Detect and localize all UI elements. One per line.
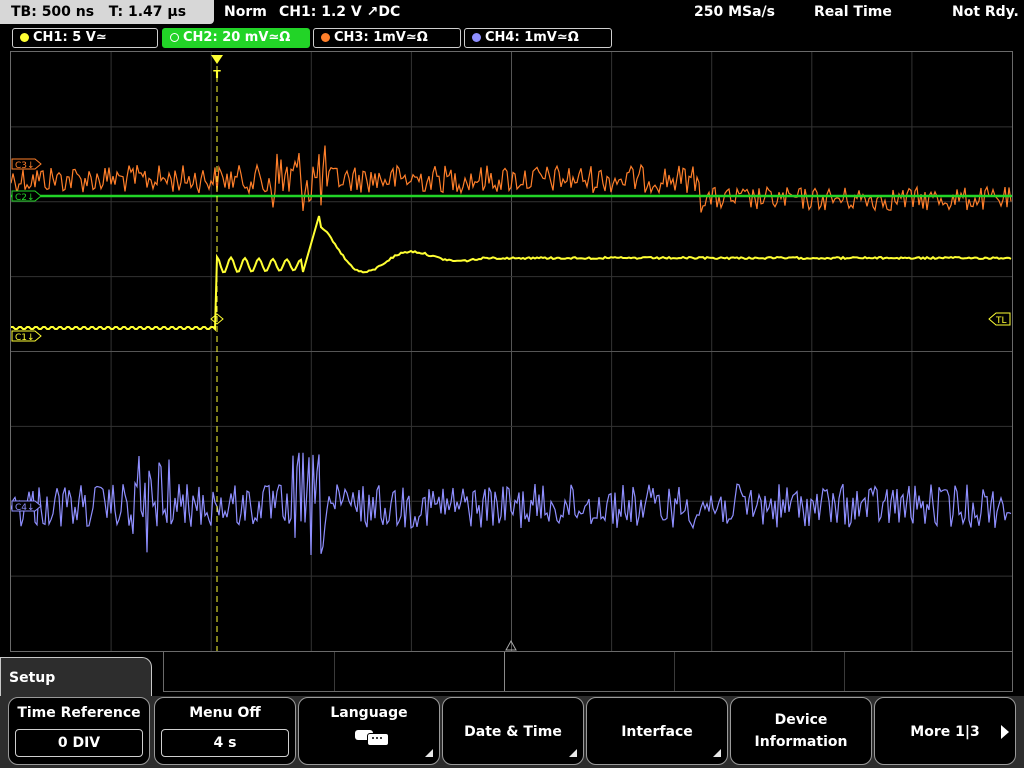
ch1-label: CH1: 5 V≃ [33, 30, 107, 45]
channel-tab-ch1[interactable]: CH1: 5 V≃ [12, 28, 158, 48]
time-reference-button[interactable]: Time Reference 0 DIV [8, 697, 150, 765]
ready-state: Not Rdy. [952, 4, 1019, 20]
more-label: More 1|3 [910, 724, 980, 740]
waveform-graph: T C3↓ C2↓ C1↓ C4↓ TL [11, 52, 1012, 651]
sample-rate: 250 MSa/s [694, 4, 776, 20]
ch1-marker-label: C1↓ [15, 333, 35, 343]
ch3-color-icon [321, 33, 330, 42]
time-reference-label: Time Reference [17, 705, 141, 721]
trigger-mode[interactable]: Norm [224, 0, 267, 24]
time-reference-value: 0 DIV [15, 729, 143, 757]
menu-title-tab: Setup [0, 657, 152, 697]
date-time-label: Date & Time [464, 724, 562, 740]
timebase-readout: TB: 500 ns [11, 4, 95, 20]
trigger-source[interactable]: CH1: 1.2 V ↗DC [279, 0, 400, 24]
ch2-offset-marker[interactable]: C2↓ [11, 190, 42, 203]
submenu-indicator-icon [713, 749, 721, 757]
graticule [11, 52, 1012, 651]
menu-off-button[interactable]: Menu Off 4 s [154, 697, 296, 765]
trigger-level-label: TL [995, 316, 1007, 326]
device-info-line1: Device [774, 712, 828, 728]
trigger-level-marker[interactable]: TL [988, 312, 1011, 326]
ch2-color-icon [170, 33, 179, 42]
language-button[interactable]: Language [298, 697, 440, 765]
ch4-marker-label: C4↓ [15, 503, 35, 513]
ch1-offset-marker[interactable]: C1↓ [11, 330, 42, 343]
language-label: Language [330, 705, 408, 721]
status-bar: TB: 500 ns T: 1.47 µs Norm CH1: 1.2 V ↗D… [0, 0, 1024, 24]
submenu-indicator-icon [569, 749, 577, 757]
timebase-box[interactable]: TB: 500 ns T: 1.47 µs [0, 0, 214, 24]
device-info-line2: Information [754, 734, 848, 750]
trigger-time-readout: T: 1.47 µs [108, 4, 187, 20]
waveform-display[interactable]: T C3↓ C2↓ C1↓ C4↓ TL [10, 51, 1013, 652]
submenu-indicator-icon [425, 749, 433, 757]
ch2-label: CH2: 20 mV≃Ω [183, 30, 291, 45]
zoom-overview-area [163, 652, 1013, 692]
more-button[interactable]: More 1|3 [874, 697, 1016, 765]
ch4-label: CH4: 1mV≃Ω [485, 30, 579, 45]
menu-off-value: 4 s [161, 729, 289, 757]
ch2-marker-label: C2↓ [15, 193, 35, 203]
trigger-position-marker[interactable]: T [211, 55, 223, 81]
interface-button[interactable]: Interface [586, 697, 728, 765]
interface-label: Interface [621, 724, 693, 740]
ch4-offset-marker[interactable]: C4↓ [11, 500, 42, 513]
date-time-button[interactable]: Date & Time [442, 697, 584, 765]
device-information-button[interactable]: Device Information [730, 697, 872, 765]
ch3-marker-label: C3↓ [15, 161, 35, 171]
menu-off-label: Menu Off [189, 705, 261, 721]
channel-tab-ch4[interactable]: CH4: 1mV≃Ω [464, 28, 612, 48]
ch3-label: CH3: 1mV≃Ω [334, 30, 428, 45]
svg-text:T: T [213, 68, 221, 81]
ch3-offset-marker[interactable]: C3↓ [11, 158, 42, 171]
channel-tab-ch2[interactable]: CH2: 20 mV≃Ω [162, 28, 310, 48]
acquisition-mode: Real Time [814, 4, 892, 20]
speech-bubbles-icon [349, 727, 389, 746]
arrow-right-icon [1001, 725, 1009, 739]
ch1-color-icon [20, 33, 29, 42]
ch4-color-icon [472, 33, 481, 42]
channel-tab-ch3[interactable]: CH3: 1mV≃Ω [313, 28, 461, 48]
